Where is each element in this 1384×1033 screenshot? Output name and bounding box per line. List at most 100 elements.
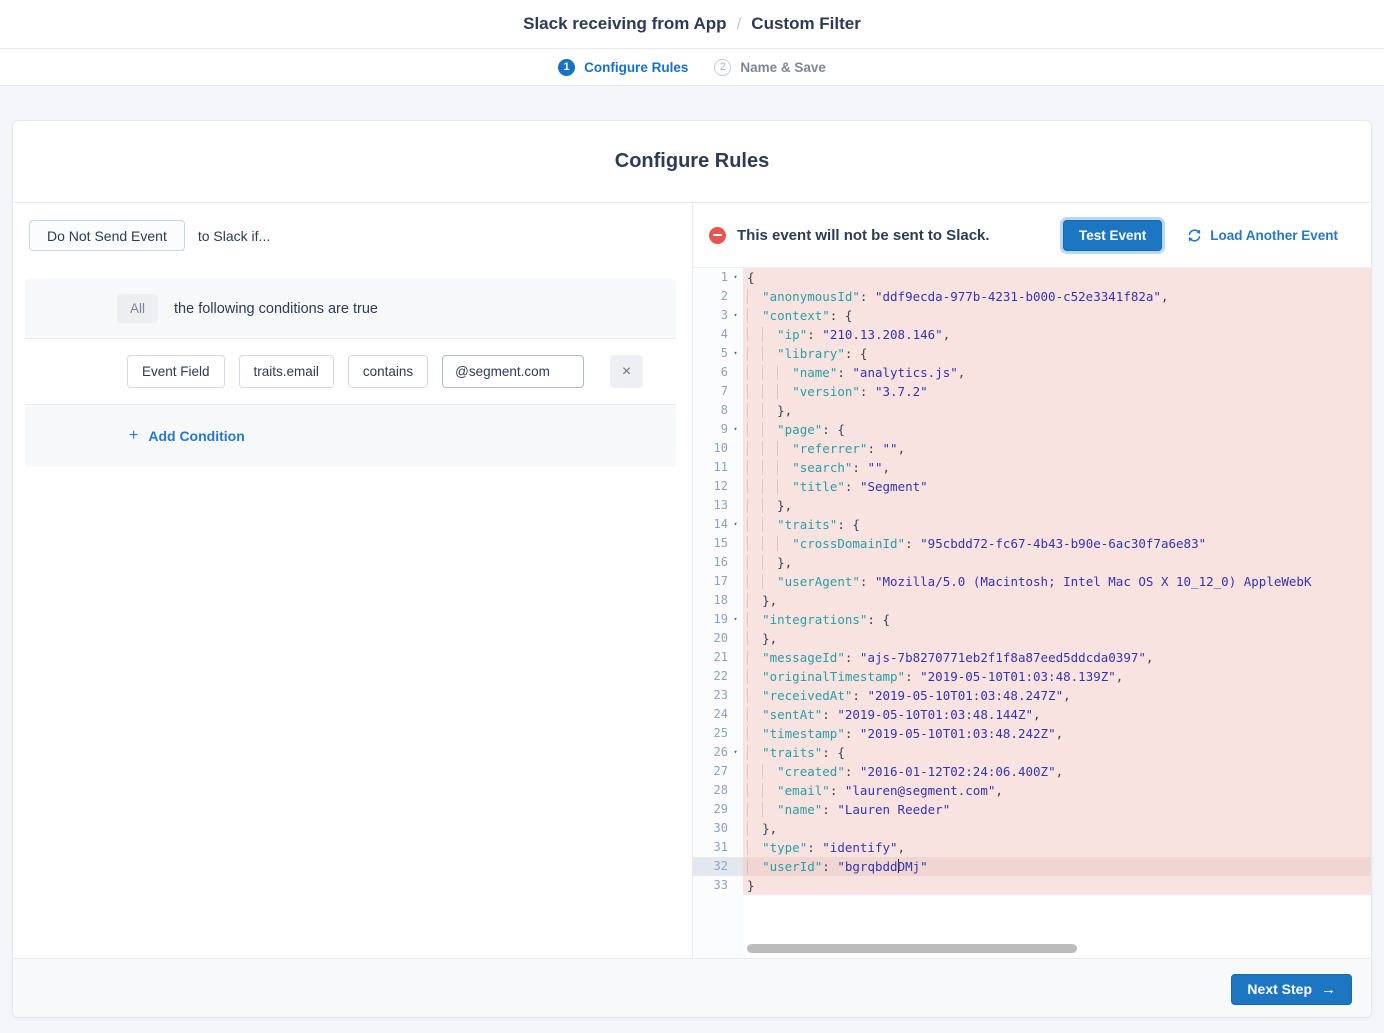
editor-code-text: "messageId": "ajs-7b8270771eb2f1f8a87eed…	[743, 648, 1371, 667]
editor-code-text: "search": "",	[743, 458, 1371, 477]
editor-line[interactable]: 12 "title": "Segment"	[693, 477, 1371, 496]
fold-spacer	[728, 553, 743, 572]
line-number: 17	[693, 572, 728, 591]
fold-spacer	[728, 572, 743, 591]
step-2-circle: 2	[714, 59, 731, 76]
editor-gutter: 7	[693, 382, 743, 401]
editor-code-text: "name": "analytics.js",	[743, 363, 1371, 382]
editor-line[interactable]: 14▾ "traits": {	[693, 515, 1371, 534]
step-configure-rules[interactable]: 1 Configure Rules	[558, 59, 688, 76]
fold-arrow-icon[interactable]: ▾	[728, 610, 743, 629]
editor-line[interactable]: 13 },	[693, 496, 1371, 515]
condition-value-input[interactable]	[442, 355, 584, 388]
editor-line[interactable]: 24 "sentAt": "2019-05-10T01:03:48.144Z",	[693, 705, 1371, 724]
condition-operator-button[interactable]: contains	[348, 355, 428, 388]
line-number: 22	[693, 667, 728, 686]
remove-condition-button[interactable]: ×	[610, 355, 643, 388]
breadcrumb-destination[interactable]: Slack receiving from App	[523, 14, 726, 34]
fold-spacer	[728, 781, 743, 800]
editor-line[interactable]: 15 "crossDomainId": "95cbdd72-fc67-4b43-…	[693, 534, 1371, 553]
fold-arrow-icon[interactable]: ▾	[728, 306, 743, 325]
editor-code-text: "context": {	[743, 306, 1371, 325]
editor-code-text: {	[743, 268, 1371, 287]
filter-builder-panel: Do Not Send Event to Slack if... All the…	[13, 203, 693, 958]
editor-line[interactable]: 32 "userId": "bgrqbddDMj"	[693, 857, 1371, 876]
refresh-icon	[1187, 228, 1202, 243]
editor-line[interactable]: 16 },	[693, 553, 1371, 572]
editor-line[interactable]: 11 "search": "",	[693, 458, 1371, 477]
next-step-label: Next Step	[1247, 981, 1312, 997]
fold-arrow-icon[interactable]: ▾	[728, 420, 743, 439]
next-step-button[interactable]: Next Step →	[1231, 974, 1352, 1005]
fold-spacer	[728, 705, 743, 724]
editor-line[interactable]: 4 "ip": "210.13.208.146",	[693, 325, 1371, 344]
editor-line[interactable]: 21 "messageId": "ajs-7b8270771eb2f1f8a87…	[693, 648, 1371, 667]
editor-gutter: 4	[693, 325, 743, 344]
editor-line[interactable]: 28 "email": "lauren@segment.com",	[693, 781, 1371, 800]
editor-gutter: 29	[693, 800, 743, 819]
editor-gutter: 13	[693, 496, 743, 515]
line-number: 21	[693, 648, 728, 667]
editor-code-text: },	[743, 629, 1371, 648]
editor-line[interactable]: 1▾{	[693, 268, 1371, 287]
editor-line[interactable]: 30 },	[693, 819, 1371, 838]
fold-arrow-icon[interactable]: ▾	[728, 743, 743, 762]
condition-field-type-button[interactable]: Event Field	[127, 355, 225, 388]
test-event-button[interactable]: Test Event	[1063, 220, 1162, 251]
editor-line[interactable]: 31 "type": "identify",	[693, 838, 1371, 857]
editor-gutter: 10	[693, 439, 743, 458]
line-number: 1	[693, 268, 728, 287]
editor-line[interactable]: 20 },	[693, 629, 1371, 648]
editor-code-text: },	[743, 496, 1371, 515]
editor-line[interactable]: 26▾ "traits": {	[693, 743, 1371, 762]
fold-arrow-icon[interactable]: ▾	[728, 268, 743, 287]
horizontal-scrollbar-thumb[interactable]	[747, 944, 1077, 953]
editor-line[interactable]: 19▾ "integrations": {	[693, 610, 1371, 629]
editor-line[interactable]: 7 "version": "3.7.2"	[693, 382, 1371, 401]
line-number: 18	[693, 591, 728, 610]
line-number: 6	[693, 363, 728, 382]
editor-line[interactable]: 33}	[693, 876, 1371, 895]
editor-line[interactable]: 10 "referrer": "",	[693, 439, 1371, 458]
rule-action-button[interactable]: Do Not Send Event	[29, 220, 185, 251]
operator-all-chip[interactable]: All	[117, 294, 158, 323]
fold-spacer	[728, 382, 743, 401]
fold-arrow-icon[interactable]: ▾	[728, 515, 743, 534]
editor-code-text: "traits": {	[743, 743, 1371, 762]
editor-line[interactable]: 2 "anonymousId": "ddf9ecda-977b-4231-b00…	[693, 287, 1371, 306]
fold-spacer	[728, 667, 743, 686]
editor-gutter: 1▾	[693, 268, 743, 287]
editor-line[interactable]: 29 "name": "Lauren Reeder"	[693, 800, 1371, 819]
rule-suffix-text: to Slack if...	[198, 228, 270, 244]
json-event-editor[interactable]: 1▾{2 "anonymousId": "ddf9ecda-977b-4231-…	[693, 267, 1371, 958]
fold-spacer	[728, 724, 743, 743]
editor-line[interactable]: 25 "timestamp": "2019-05-10T01:03:48.242…	[693, 724, 1371, 743]
editor-line[interactable]: 17 "userAgent": "Mozilla/5.0 (Macintosh;…	[693, 572, 1371, 591]
fold-arrow-icon[interactable]: ▾	[728, 344, 743, 363]
editor-line[interactable]: 8 },	[693, 401, 1371, 420]
fold-spacer	[728, 439, 743, 458]
plus-icon: +	[129, 427, 138, 445]
fold-spacer	[728, 762, 743, 781]
add-condition-button[interactable]: + Add Condition	[129, 427, 245, 445]
editor-code-text: },	[743, 819, 1371, 838]
condition-field-path-button[interactable]: traits.email	[239, 355, 334, 388]
fold-spacer	[728, 363, 743, 382]
line-number: 28	[693, 781, 728, 800]
editor-line[interactable]: 6 "name": "analytics.js",	[693, 363, 1371, 382]
load-another-event-label: Load Another Event	[1210, 228, 1338, 243]
editor-line[interactable]: 9▾ "page": {	[693, 420, 1371, 439]
editor-line[interactable]: 27 "created": "2016-01-12T02:24:06.400Z"…	[693, 762, 1371, 781]
editor-code-text: "anonymousId": "ddf9ecda-977b-4231-b000-…	[743, 287, 1371, 306]
step-indicator-bar: 1 Configure Rules 2 Name & Save	[0, 49, 1384, 86]
editor-line[interactable]: 3▾ "context": {	[693, 306, 1371, 325]
load-another-event-link[interactable]: Load Another Event	[1187, 228, 1338, 243]
editor-line[interactable]: 23 "receivedAt": "2019-05-10T01:03:48.24…	[693, 686, 1371, 705]
line-number: 3	[693, 306, 728, 325]
editor-line[interactable]: 22 "originalTimestamp": "2019-05-10T01:0…	[693, 667, 1371, 686]
editor-line[interactable]: 5▾ "library": {	[693, 344, 1371, 363]
window-title-bar: Slack receiving from App / Custom Filter	[0, 0, 1384, 49]
editor-gutter: 9▾	[693, 420, 743, 439]
editor-line[interactable]: 18 },	[693, 591, 1371, 610]
step-name-save[interactable]: 2 Name & Save	[714, 59, 826, 76]
